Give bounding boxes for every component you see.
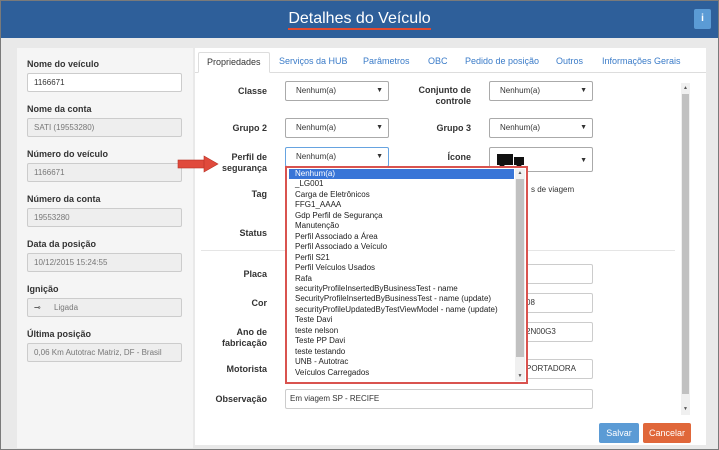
dropdown-option[interactable]: SecurityProfileInsertedByBusinessTest - …: [289, 294, 514, 304]
ano-label: Ano de fabricação: [221, 327, 267, 348]
window-title: Detalhes do Veículo: [1, 10, 718, 30]
scroll-up-icon[interactable]: ▲: [515, 169, 525, 178]
account-name-label: Nome da conta: [27, 104, 92, 114]
form-scrollbar-thumb[interactable]: [682, 94, 689, 394]
dropdown-option[interactable]: Perfil Associado a Área: [289, 232, 514, 242]
tab-obc[interactable]: OBC: [428, 52, 448, 73]
conjunto-label: Conjunto de controle: [418, 85, 472, 106]
vehicle-name-label: Nome do veículo: [27, 59, 100, 69]
vehicle-details-window: Detalhes do Veículo i Nome do veículo 11…: [0, 0, 719, 450]
chevron-down-icon: ▼: [376, 124, 383, 131]
cor-input[interactable]: 08: [521, 293, 593, 313]
chevron-down-icon: ▼: [376, 87, 383, 94]
perfil-dropdown-list[interactable]: Nenhum(a) _LG001 Carga de Eletrônicos FFG1_…: [285, 166, 528, 384]
tab-bar: Propriedades Serviços da HUB Parâmetros …: [195, 48, 706, 73]
grupo2-label: Grupo 2: [232, 123, 267, 133]
ignition-label: Ignição: [27, 284, 59, 294]
scroll-up-icon[interactable]: ▲: [682, 84, 689, 92]
vehicle-number-field: 1166671: [27, 163, 182, 182]
grupo3-value: Nenhum(a): [500, 123, 541, 132]
dropdown-option[interactable]: securityProfileInsertedByBusinessTest - …: [289, 284, 514, 294]
dropdown-option[interactable]: FFG1_AAAA: [289, 200, 514, 210]
dropdown-scrollbar[interactable]: ▲ ▼: [515, 169, 525, 381]
scroll-down-icon[interactable]: ▼: [682, 405, 689, 413]
conjunto-select[interactable]: Nenhum(a) ▼: [489, 81, 593, 101]
placa-input[interactable]: [521, 264, 593, 284]
tab-parametros[interactable]: Parâmetros: [363, 52, 410, 73]
grupo2-select[interactable]: Nenhum(a) ▼: [285, 118, 389, 138]
dropdown-scrollbar-thumb[interactable]: [516, 179, 524, 357]
icone-label: Ícone: [447, 152, 471, 162]
dropdown-option[interactable]: Rafa: [289, 274, 514, 284]
dropdown-option[interactable]: Perfil Veículos Usados: [289, 263, 514, 273]
last-position-label: Última posição: [27, 329, 92, 339]
dropdown-option[interactable]: Perfil Associado a Veículo: [289, 242, 514, 252]
position-date-field: 10/12/2015 15:24:55: [27, 253, 182, 272]
dropdown-option[interactable]: Veículos Carregados: [289, 368, 514, 378]
dropdown-option[interactable]: Carga de Eletrônicos: [289, 190, 514, 200]
red-arrow-icon: [177, 155, 219, 173]
chevron-down-icon: ▼: [580, 124, 587, 131]
vehicle-number-label: Número do veículo: [27, 149, 109, 159]
motorista-label: Motorista: [226, 364, 268, 374]
dropdown-option[interactable]: teste testando: [289, 347, 514, 357]
observacao-label: Observação: [215, 394, 267, 404]
key-icon: ⊸: [34, 303, 41, 312]
viagem-text: s de viagem: [531, 185, 575, 194]
tab-pedido-posicao[interactable]: Pedido de posição: [465, 52, 539, 73]
ano-input[interactable]: 2N00G3: [521, 322, 593, 342]
observacao-input[interactable]: Em viagem SP - RECIFE: [285, 389, 593, 409]
account-number-label: Número da conta: [27, 194, 101, 204]
dropdown-option[interactable]: Perfil S21: [289, 253, 514, 263]
tab-outros[interactable]: Outros: [556, 52, 583, 73]
classe-label: Classe: [237, 86, 267, 96]
grupo3-select[interactable]: Nenhum(a) ▼: [489, 118, 593, 138]
cancel-button[interactable]: Cancelar: [643, 423, 691, 443]
status-label: Status: [239, 228, 267, 238]
conjunto-value: Nenhum(a): [500, 86, 541, 95]
vehicle-summary-panel: Nome do veículo 1166671 Nome da conta SA…: [17, 48, 193, 448]
account-name-field: SATI (19553280): [27, 118, 182, 137]
grupo2-value: Nenhum(a): [296, 123, 337, 132]
tab-propriedades[interactable]: Propriedades: [198, 52, 270, 73]
position-date-label: Data da posição: [27, 239, 97, 249]
dropdown-option[interactable]: Teste Davi: [289, 315, 514, 325]
dropdown-option[interactable]: Gdp Perfil de Segurança: [289, 211, 514, 221]
ignition-field: ⊸ Ligada: [27, 298, 182, 317]
dropdown-option[interactable]: Nenhum(a): [289, 169, 514, 180]
cor-label: Cor: [251, 298, 268, 308]
dropdown-option[interactable]: Teste PP Davi: [289, 336, 514, 346]
dropdown-option[interactable]: teste nelson: [289, 326, 514, 336]
save-button[interactable]: Salvar: [599, 423, 639, 443]
placa-label: Placa: [243, 269, 267, 279]
vehicle-name-input[interactable]: 1166671: [27, 73, 182, 92]
chevron-down-icon: ▼: [580, 157, 587, 164]
tab-servicos-hub[interactable]: Serviços da HUB: [279, 52, 348, 73]
dropdown-option[interactable]: securityProfileUpdatedByTestViewModel - …: [289, 305, 514, 315]
account-number-field: 19553280: [27, 208, 182, 227]
perfil-value: Nenhum(a): [296, 152, 337, 161]
perfil-label: Perfil de segurança: [221, 152, 267, 173]
classe-value: Nenhum(a): [296, 86, 337, 95]
ignition-value: Ligada: [54, 303, 79, 312]
classe-select[interactable]: Nenhum(a) ▼: [285, 81, 389, 101]
motorista-input[interactable]: PORTADORA: [521, 359, 593, 379]
chevron-down-icon: ▼: [376, 153, 383, 160]
last-position-field: 0,06 Km Autotrac Matriz, DF - Brasil: [27, 343, 182, 362]
dropdown-option[interactable]: UNB - Autotrac: [289, 357, 514, 367]
tag-label: Tag: [251, 189, 267, 199]
scroll-down-icon[interactable]: ▼: [515, 372, 525, 381]
title-bar: Detalhes do Veículo i: [1, 1, 718, 38]
grupo3-label: Grupo 3: [436, 123, 471, 133]
dropdown-option[interactable]: Manutenção: [289, 221, 514, 231]
info-button[interactable]: i: [694, 9, 711, 29]
perfil-select[interactable]: Nenhum(a) ▼: [285, 147, 389, 167]
chevron-down-icon: ▼: [580, 87, 587, 94]
tab-informacoes-gerais[interactable]: Informações Gerais: [602, 52, 681, 73]
dropdown-option[interactable]: _LG001: [289, 179, 514, 189]
